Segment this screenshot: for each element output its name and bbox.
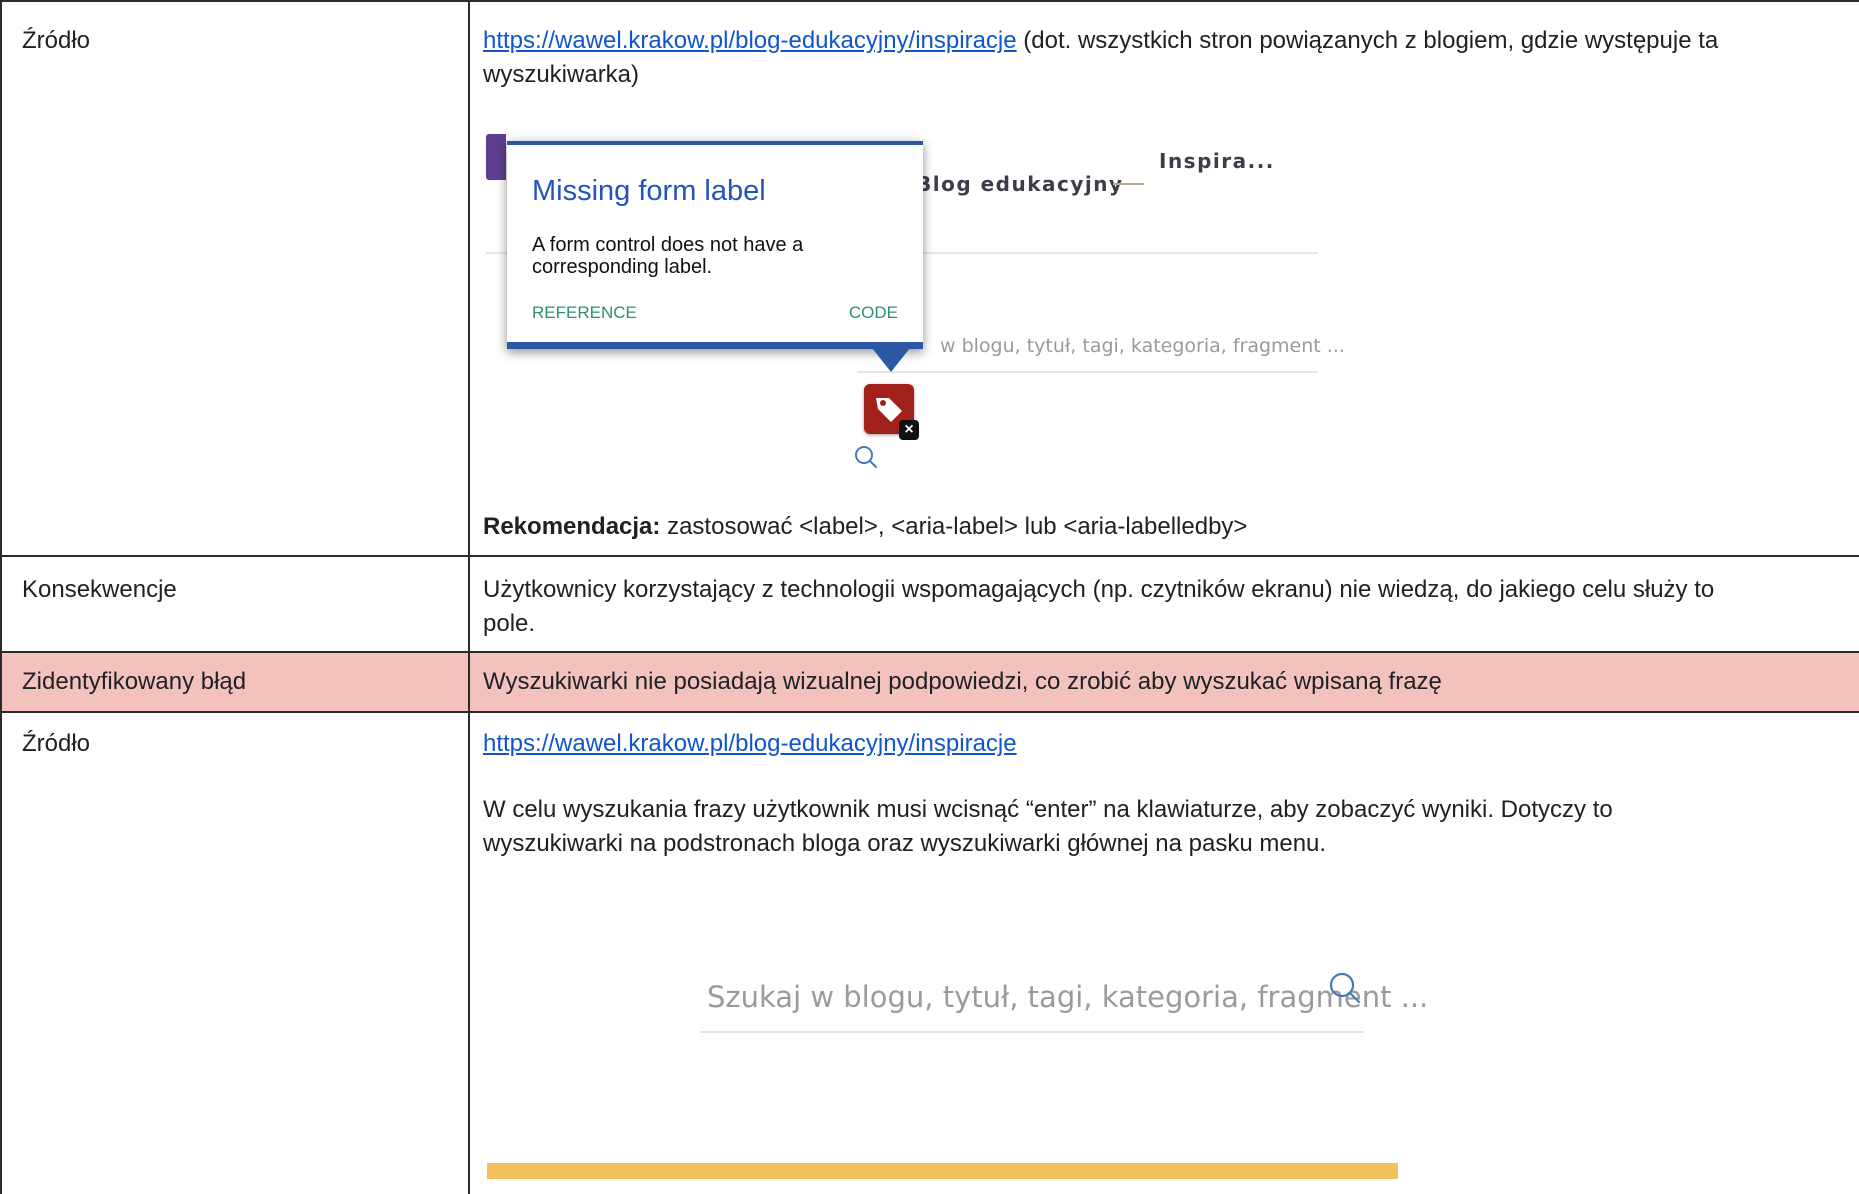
recommendation-label: Rekomendacja:	[483, 513, 661, 540]
row-divider	[0, 651, 1859, 653]
consequences-line2: pole.	[483, 610, 536, 637]
missing-form-label-popup: Missing form label A form control does n…	[507, 141, 923, 349]
search-placeholder-partial: w blogu, tytuł, tagi, kategoria, fragmen…	[940, 335, 1345, 357]
search-icon[interactable]	[1327, 970, 1363, 1006]
row-divider	[0, 0, 1859, 2]
breadcrumb-separator	[1113, 183, 1144, 185]
search-underline	[701, 1031, 1364, 1033]
code-link[interactable]: CODE	[849, 303, 898, 323]
purple-tab	[486, 134, 506, 180]
row-source-line1: https://wawel.krakow.pl/blog-edukacyjny/…	[483, 26, 1718, 55]
close-icon: ×	[899, 420, 919, 440]
consequences-line1: Użytkownicy korzystający z technologii w…	[483, 576, 1715, 603]
row-source-2-link-line: https://wawel.krakow.pl/blog-edukacyjny/…	[483, 729, 1017, 758]
reference-link[interactable]: REFERENCE	[532, 303, 637, 323]
description-line2: wyszukiwarki na podstronach bloga oraz w…	[483, 830, 1327, 857]
table-border-left	[0, 0, 2, 1194]
popup-title: Missing form label	[532, 175, 766, 207]
popup-pointer	[872, 348, 910, 372]
search-underline	[857, 371, 1318, 373]
source-link-2[interactable]: https://wawel.krakow.pl/blog-edukacyjny/…	[483, 730, 1017, 757]
table-column-divider	[468, 0, 470, 1194]
row-label-source: Źródło	[22, 27, 91, 54]
source-link[interactable]: https://wawel.krakow.pl/blog-edukacyjny/…	[483, 27, 1017, 54]
source-note: (dot. wszystkich stron powiązanych z blo…	[1016, 27, 1719, 54]
search-placeholder: Szukaj w blogu, tytuł, tagi, kategoria, …	[707, 980, 1429, 1014]
search-icon[interactable]	[853, 444, 879, 470]
breadcrumb-blog: Blog edukacyjny	[916, 172, 1124, 196]
popup-description: A form control does not have a correspon…	[532, 234, 804, 278]
row-label-identified-error: Zidentyfikowany błąd	[22, 668, 247, 695]
row-label-consequences: Konsekwencje	[22, 576, 177, 603]
accent-bar	[487, 1163, 1398, 1179]
recommendation: Rekomendacja: zastosować <label>, <aria-…	[483, 512, 1247, 541]
description-line1: W celu wyszukania frazy użytkownik musi …	[483, 796, 1613, 823]
row-divider	[0, 711, 1859, 713]
row-label-source-2: Źródło	[22, 730, 91, 757]
breadcrumb-current: Inspira...	[1159, 149, 1275, 173]
identified-error-text: Wyszukiwarki nie posiadają wizualnej pod…	[483, 668, 1442, 695]
row-source-line2: wyszukiwarka)	[483, 61, 640, 88]
row-divider	[0, 555, 1859, 557]
recommendation-text: zastosować <label>, <aria-label> lub <ar…	[660, 513, 1248, 540]
